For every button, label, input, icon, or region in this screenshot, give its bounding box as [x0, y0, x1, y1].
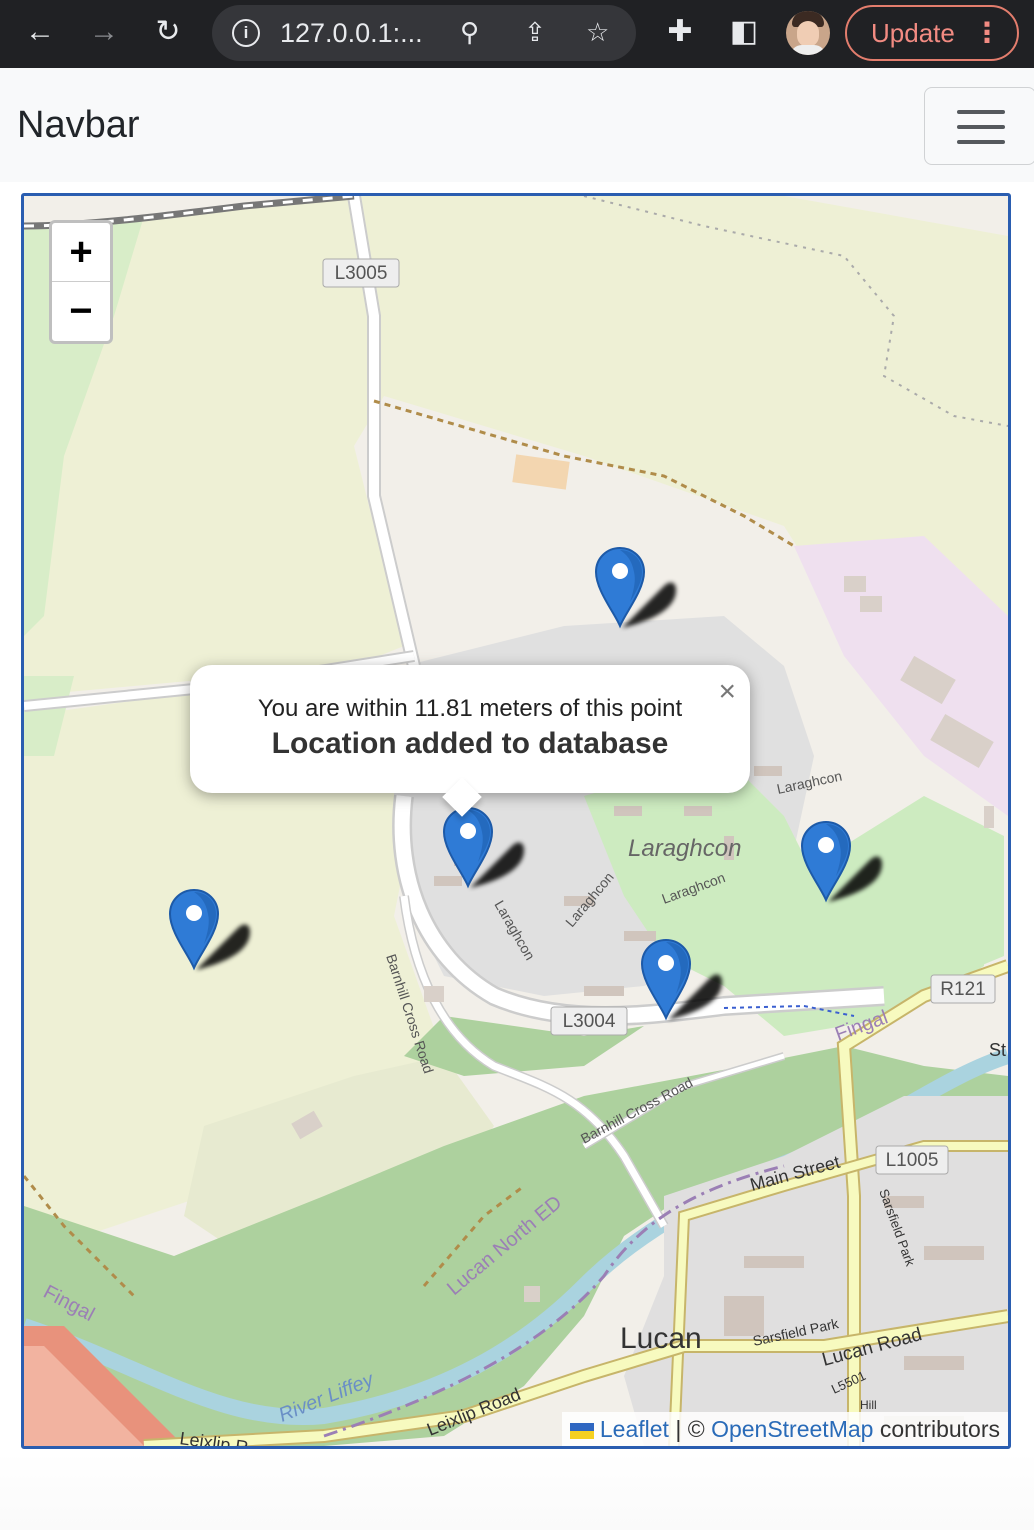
back-arrow-icon[interactable]: ← [18, 10, 62, 54]
site-info-icon[interactable]: i [232, 19, 260, 47]
attribution-separator: | [675, 1416, 682, 1442]
map-marker-icon[interactable] [594, 546, 676, 629]
map-label-laraghcon-big: Laraghcon [628, 835, 741, 862]
ukraine-flag-icon [569, 1423, 594, 1439]
map-label-r121: R121 [940, 979, 985, 1000]
extensions-puzzle-icon[interactable]: ✚ [658, 10, 702, 54]
update-button[interactable]: Update ⋮ [845, 5, 1019, 61]
map-label-l1005: L1005 [886, 1150, 939, 1171]
address-bar[interactable]: i 127.0.0.1:... ⚲ ⇪ ☆ [212, 5, 636, 61]
update-label: Update [871, 18, 955, 48]
popup-accuracy-text: You are within 11.81 meters of this poin… [257, 695, 683, 722]
navbar-brand[interactable]: Navbar [17, 104, 140, 147]
zoom-in-button[interactable]: + [52, 223, 110, 282]
popup-close-button[interactable]: × [718, 675, 736, 709]
page-bottom [0, 1452, 1034, 1530]
zoom-out-button[interactable]: − [52, 282, 110, 341]
reload-icon[interactable]: ↻ [146, 10, 190, 54]
map-label-st-frag: St [989, 1040, 1006, 1060]
marker-popup: You are within 11.81 meters of this poin… [190, 665, 750, 817]
hamburger-icon [957, 110, 1005, 114]
map-marker-icon[interactable] [442, 806, 524, 889]
copyright-symbol: © [687, 1416, 705, 1442]
leaflet-map[interactable]: L3005 L3004 R121 L1005 Laraghcon Laraghc… [21, 193, 1011, 1449]
navbar-toggler-button[interactable] [924, 87, 1034, 165]
map-marker-icon[interactable] [800, 820, 882, 903]
map-marker-icon[interactable] [168, 888, 250, 971]
map-marker-icon[interactable] [640, 938, 722, 1021]
url-text: 127.0.0.1:... [280, 18, 423, 48]
map-label-hill-frag: Hill [860, 1398, 877, 1412]
attribution-contributors: contributors [879, 1416, 1000, 1442]
forward-arrow-icon[interactable]: → [82, 10, 126, 54]
popup-status-text: Location added to database [271, 727, 669, 760]
bookmark-star-icon[interactable]: ☆ [586, 17, 609, 48]
navbar: Navbar [0, 68, 1034, 182]
location-pin-icon[interactable]: ⚲ [460, 17, 479, 48]
leaflet-link[interactable]: Leaflet [600, 1416, 669, 1442]
browser-toolbar: ← → ↻ i 127.0.0.1:... ⚲ ⇪ ☆ ✚ ◧ Update ⋮ [0, 0, 1034, 68]
more-menu-icon[interactable]: ⋮ [973, 7, 1001, 59]
profile-avatar[interactable] [786, 11, 830, 55]
map-attribution: Leaflet | © OpenStreetMap contributors [561, 1412, 1008, 1446]
map-label-l3004: L3004 [563, 1011, 616, 1032]
zoom-control: + − [49, 220, 113, 344]
side-panel-icon[interactable]: ◧ [722, 10, 766, 54]
openstreetmap-link[interactable]: OpenStreetMap [711, 1416, 873, 1442]
map-label-lucan: Lucan [620, 1322, 702, 1355]
share-icon[interactable]: ⇪ [524, 17, 546, 48]
map-label-l3005: L3005 [335, 263, 388, 284]
